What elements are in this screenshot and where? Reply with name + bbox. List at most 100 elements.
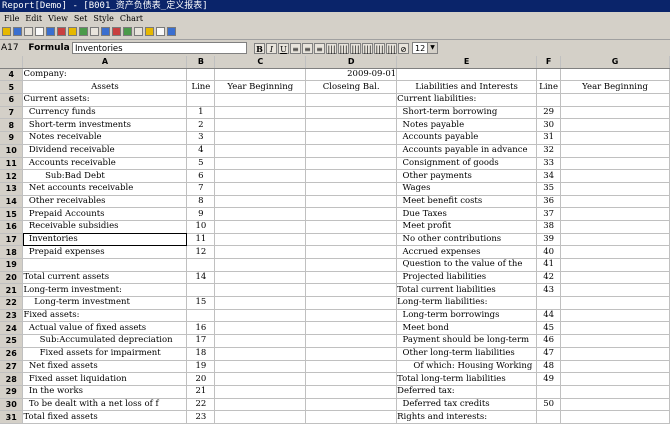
cell-g[interactable]: [560, 169, 670, 183]
cell-a[interactable]: To be dealt with a net loss of f: [22, 398, 188, 412]
cell-e[interactable]: Meet profit: [396, 220, 538, 234]
cell-f[interactable]: [536, 93, 562, 107]
cell-a[interactable]: Prepaid expenses: [22, 245, 188, 259]
cell-a[interactable]: Receivable subsidies: [22, 220, 188, 234]
row-header[interactable]: 9: [0, 131, 24, 145]
save-icon[interactable]: [13, 27, 22, 36]
cell-c[interactable]: [214, 131, 307, 145]
cell-c[interactable]: [214, 385, 307, 399]
row-header[interactable]: 18: [0, 245, 24, 259]
row-header[interactable]: 21: [0, 283, 24, 298]
paste-icon[interactable]: [68, 27, 77, 36]
cell-f[interactable]: 49: [536, 372, 562, 386]
cell-g[interactable]: [560, 385, 670, 399]
cell-d[interactable]: [305, 271, 398, 285]
cell-e[interactable]: Payment should be long-term: [396, 334, 538, 348]
cell-g[interactable]: [560, 398, 670, 412]
row-header[interactable]: 17: [0, 233, 24, 247]
cell-f[interactable]: 30: [536, 118, 562, 133]
cell-f[interactable]: 31: [536, 131, 562, 145]
cell-d[interactable]: [305, 309, 398, 323]
cell-a[interactable]: Long-term investment: [22, 296, 188, 310]
cell-b[interactable]: 23: [186, 410, 216, 424]
cell-f[interactable]: 33: [536, 157, 562, 171]
column-header-e[interactable]: E: [396, 56, 538, 69]
border-button-1[interactable]: |||: [326, 42, 337, 54]
cell-b[interactable]: 17: [186, 334, 216, 348]
border-button-5[interactable]: |||: [374, 42, 385, 54]
cell-d[interactable]: [305, 195, 398, 209]
cell-a[interactable]: Sub:Accumulated depreciation: [22, 334, 188, 348]
row-header[interactable]: 30: [0, 398, 24, 412]
cell-e[interactable]: Wages: [396, 182, 538, 196]
cell-f[interactable]: 48: [536, 360, 562, 374]
cell-a[interactable]: Inventories: [22, 233, 188, 247]
cell-e[interactable]: Meet benefit costs: [396, 195, 538, 209]
cell-e[interactable]: Meet bond: [396, 321, 538, 336]
delete-row-icon[interactable]: [134, 27, 143, 36]
row-header[interactable]: 5: [0, 80, 24, 95]
cell-f[interactable]: [536, 410, 562, 424]
cell-f[interactable]: [536, 385, 562, 399]
cell-a[interactable]: Assets: [22, 80, 188, 95]
cell-b[interactable]: 12: [186, 245, 216, 259]
cell-e[interactable]: Rights and interests:: [396, 410, 538, 424]
cell-d[interactable]: Closeing Bal.: [305, 80, 398, 95]
cell-b[interactable]: 7: [186, 182, 216, 196]
cell-b[interactable]: [186, 309, 216, 323]
cell-a[interactable]: Short-term investments: [22, 118, 188, 133]
menu-file[interactable]: File: [4, 14, 19, 23]
cell-g[interactable]: [560, 410, 670, 424]
open-icon[interactable]: [2, 27, 11, 36]
cell-d[interactable]: [305, 169, 398, 183]
cell-a[interactable]: Notes receivable: [22, 131, 188, 145]
cell-g[interactable]: [560, 118, 670, 133]
underline-button[interactable]: U: [278, 42, 289, 54]
cell-g[interactable]: [560, 93, 670, 107]
cell-a[interactable]: Fixed assets:: [22, 309, 188, 323]
cell-e[interactable]: Consignment of goods: [396, 157, 538, 171]
cell-c[interactable]: [214, 283, 307, 298]
cell-c[interactable]: [214, 207, 307, 221]
cell-d[interactable]: [305, 106, 398, 120]
column-header-b[interactable]: B: [186, 56, 216, 69]
cell-e[interactable]: Due Taxes: [396, 207, 538, 221]
cell-g[interactable]: Year Beginning: [560, 80, 670, 95]
cell-b[interactable]: 15: [186, 296, 216, 310]
cell-b[interactable]: 10: [186, 220, 216, 234]
cell-f[interactable]: 39: [536, 233, 562, 247]
row-header[interactable]: 16: [0, 220, 24, 234]
cell-a[interactable]: Actual value of fixed assets: [22, 321, 188, 336]
cell-g[interactable]: [560, 271, 670, 285]
cell-f[interactable]: 43: [536, 283, 562, 298]
menu-set[interactable]: Set: [74, 14, 87, 23]
cell-b[interactable]: [186, 283, 216, 298]
cell-b[interactable]: [186, 258, 216, 272]
cell-b[interactable]: [186, 93, 216, 107]
row-header[interactable]: 11: [0, 157, 24, 171]
no-border-button[interactable]: ⊘: [398, 42, 409, 54]
cell-a[interactable]: Fixed asset liquidation: [22, 372, 188, 386]
cell-d[interactable]: [305, 245, 398, 259]
cell-c[interactable]: [214, 169, 307, 183]
cell-b[interactable]: 22: [186, 398, 216, 412]
cell-f[interactable]: 37: [536, 207, 562, 221]
cell-g[interactable]: [560, 360, 670, 374]
sort-icon[interactable]: [101, 27, 110, 36]
copy-icon[interactable]: [57, 27, 66, 36]
cell-f[interactable]: 47: [536, 347, 562, 361]
cell-b[interactable]: 18: [186, 347, 216, 361]
cell-a[interactable]: Total fixed assets: [22, 410, 188, 424]
cell-g[interactable]: [560, 68, 670, 82]
cell-e[interactable]: Short-term borrowing: [396, 106, 538, 120]
menu-style[interactable]: Style: [93, 14, 114, 23]
cell-c[interactable]: [214, 258, 307, 272]
border-button-4[interactable]: |||: [362, 42, 373, 54]
cell-a[interactable]: Net accounts receivable: [22, 182, 188, 196]
column-header-f[interactable]: F: [536, 56, 562, 69]
font-size-select[interactable]: 12 ▼: [412, 42, 438, 54]
row-header[interactable]: 12: [0, 169, 24, 183]
cell-d[interactable]: [305, 385, 398, 399]
cell-a[interactable]: Currency funds: [22, 106, 188, 120]
cell-e[interactable]: Long-term borrowings: [396, 309, 538, 323]
